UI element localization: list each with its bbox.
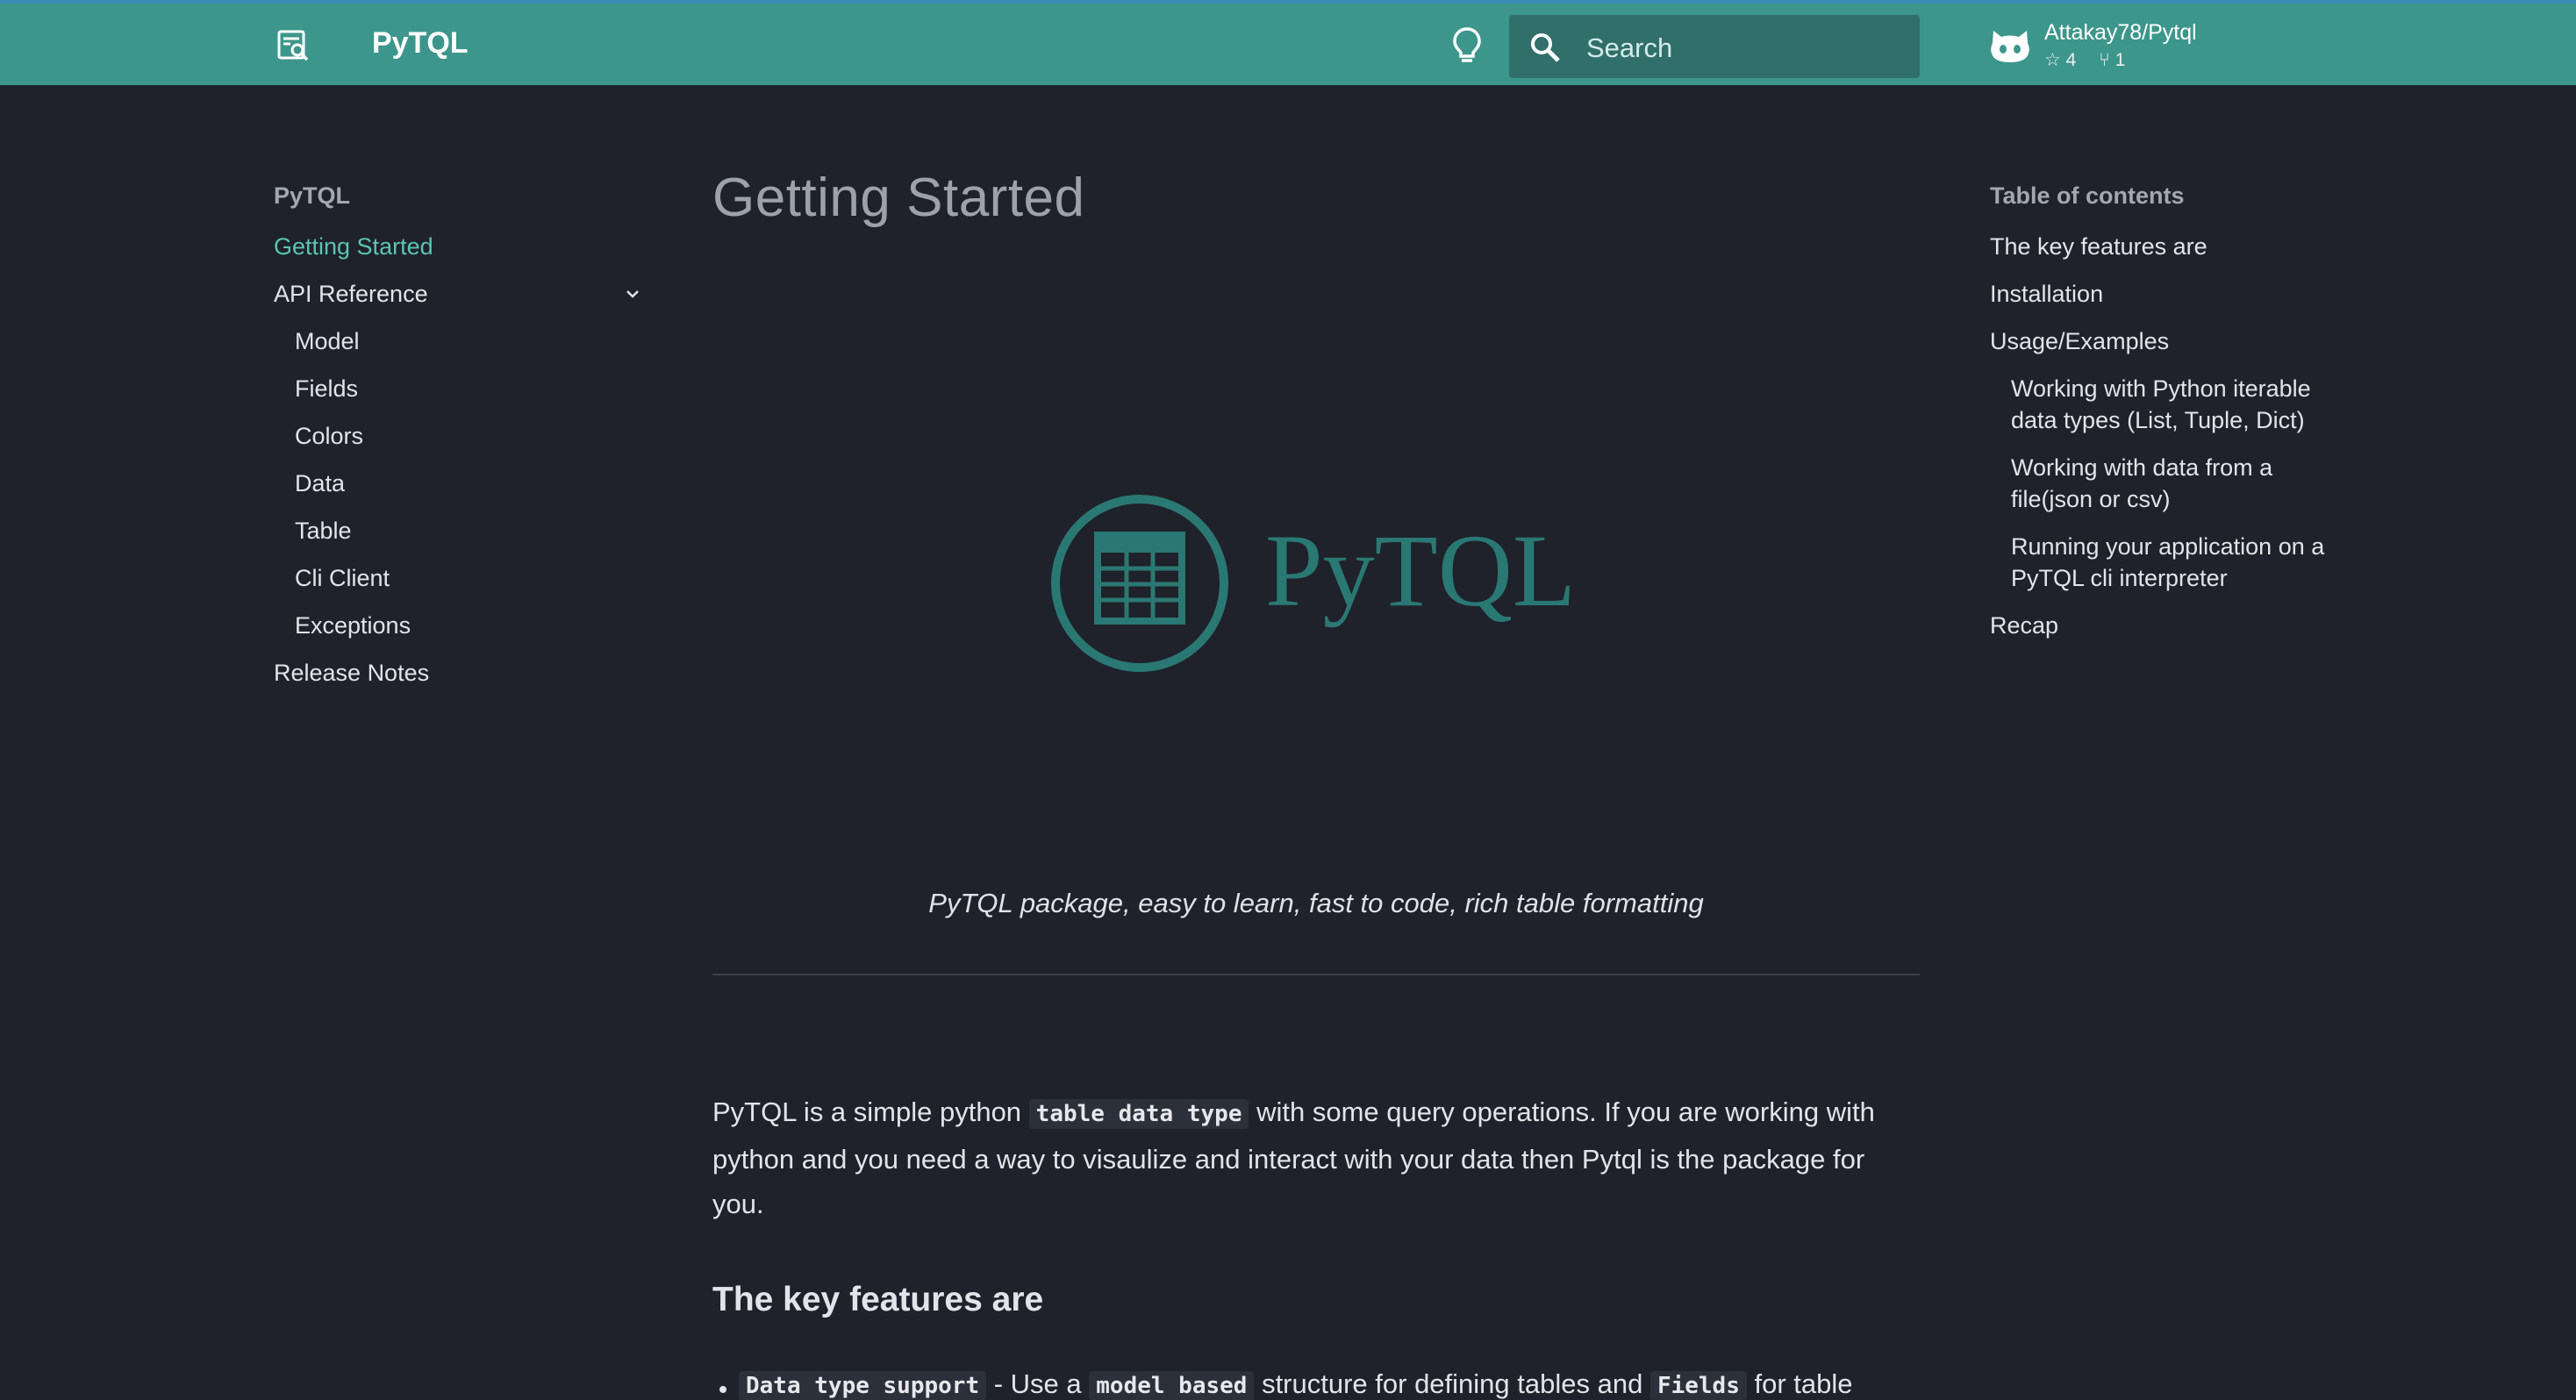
logo-wordmark: PyTQL	[1265, 513, 1576, 628]
inline-code: Fields	[1649, 1371, 1747, 1400]
github-icon	[1991, 31, 2029, 62]
nav-item-exceptions[interactable]: Exceptions	[274, 602, 642, 649]
toc-item-installation[interactable]: Installation	[1990, 270, 2358, 318]
site-title[interactable]: PyTQL	[372, 26, 469, 61]
list-item: Data type support - Use a model based st…	[712, 1368, 1920, 1400]
horizontal-divider	[712, 974, 1920, 975]
toc-item-key-features[interactable]: The key features are	[1990, 223, 2358, 270]
nav-item-colors[interactable]: Colors	[274, 412, 642, 460]
toc-item-cli-interpreter[interactable]: Running your application on a PyTQL cli …	[1990, 523, 2358, 602]
nav-item-table[interactable]: Table	[274, 507, 642, 554]
search-icon	[1531, 33, 1560, 62]
nav-item-fields[interactable]: Fields	[274, 365, 642, 412]
document-search-icon[interactable]	[276, 28, 311, 63]
nav-item-getting-started[interactable]: Getting Started	[274, 223, 642, 270]
lightbulb-icon[interactable]	[1449, 25, 1485, 66]
nav-item-release-notes[interactable]: Release Notes	[274, 649, 642, 696]
section-heading-features: The key features are	[712, 1281, 1044, 1318]
pytql-logo: PyTQL	[1051, 495, 1576, 672]
repo-facts: ☆ 4 ⑂ 1	[2044, 49, 2143, 71]
main-content: Getting Started PyTQL PyTQL package, eas…	[712, 167, 1920, 1400]
tagline: PyTQL package, easy to learn, fast to co…	[928, 888, 1704, 918]
repo-forks: ⑂ 1	[2099, 50, 2126, 70]
bullet	[719, 1386, 726, 1393]
toc-item-usage-examples[interactable]: Usage/Examples	[1990, 318, 2358, 365]
inline-code: table data type	[1028, 1099, 1249, 1129]
page-title: Getting Started	[712, 168, 1085, 228]
star-icon: ☆	[2044, 50, 2061, 70]
table-of-contents: Table of contents The key features are I…	[1990, 175, 2358, 649]
nav-item-model[interactable]: Model	[274, 318, 642, 365]
toc-item-recap[interactable]: Recap	[1990, 602, 2358, 649]
nav-title: PyTQL	[274, 182, 351, 209]
search-input[interactable]: Search	[1509, 15, 1920, 78]
search-placeholder: Search	[1586, 32, 1673, 63]
nav-item-label: API Reference	[274, 281, 428, 307]
chevron-down-icon[interactable]	[623, 284, 642, 304]
nav-item-api-reference[interactable]: API Reference	[274, 270, 642, 318]
inline-code: Data type support	[739, 1371, 987, 1400]
toc-title: Table of contents	[1990, 182, 2185, 209]
repo-stars: ☆ 4	[2044, 50, 2077, 70]
repository-link[interactable]: Attakay78/Pytql ☆ 4 ⑂ 1	[1988, 18, 2251, 76]
nav-item-cli-client[interactable]: Cli Client	[274, 554, 642, 602]
fork-icon: ⑂	[2099, 50, 2110, 70]
repo-name: Attakay78/Pytql	[2044, 20, 2197, 45]
header-bar: PyTQL Search Attakay78/Pytql ☆ 4 ⑂ 1	[0, 0, 2576, 85]
nav-item-data[interactable]: Data	[274, 460, 642, 507]
primary-navigation: PyTQL Getting Started API Reference Mode…	[274, 175, 642, 696]
inline-code: model based	[1089, 1371, 1255, 1400]
intro-paragraph: PyTQL is a simple python table data type…	[712, 1096, 1875, 1219]
toc-item-python-iterables[interactable]: Working with Python iterable data types …	[1990, 365, 2358, 444]
toc-item-file-data[interactable]: Working with data from a file(json or cs…	[1990, 444, 2358, 523]
